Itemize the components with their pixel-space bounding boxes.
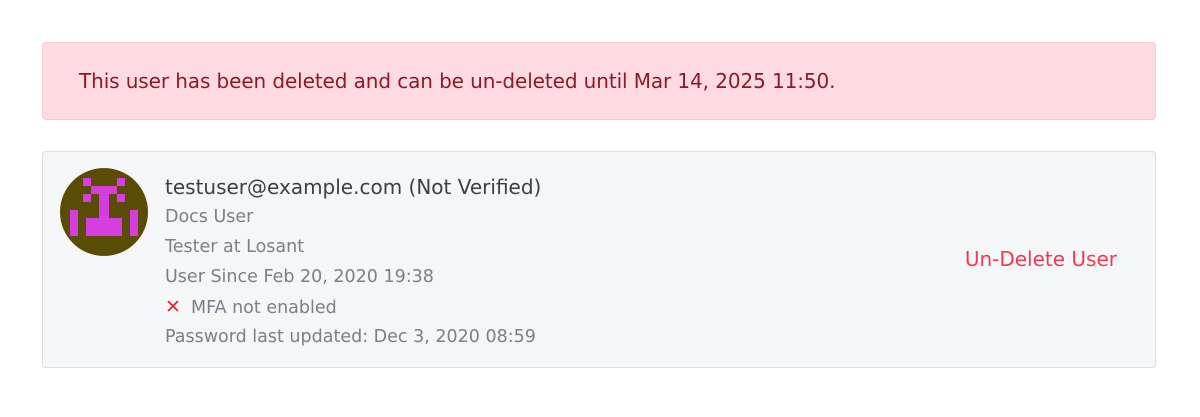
alert-message: This user has been deleted and can be un… xyxy=(79,69,836,93)
user-email: testuser@example.com (Not Verified) xyxy=(165,175,542,199)
deleted-user-alert: This user has been deleted and can be un… xyxy=(42,42,1156,120)
avatar xyxy=(60,168,148,256)
password-updated: Password last updated: Dec 3, 2020 08:59 xyxy=(165,327,536,347)
user-info: testuser@example.com (Not Verified) Docs… xyxy=(165,172,541,352)
user-name: Docs User xyxy=(165,207,254,227)
mfa-status-text: MFA not enabled xyxy=(191,298,337,318)
identicon-icon xyxy=(70,178,138,236)
mfa-status: ✕ MFA not enabled xyxy=(165,292,541,322)
user-title: Tester at Losant xyxy=(165,237,305,257)
user-since: User Since Feb 20, 2020 19:38 xyxy=(165,267,434,287)
undelete-user-button[interactable]: Un-Delete User xyxy=(965,244,1117,274)
user-card: testuser@example.com (Not Verified) Docs… xyxy=(42,151,1156,368)
x-icon: ✕ xyxy=(165,296,181,318)
